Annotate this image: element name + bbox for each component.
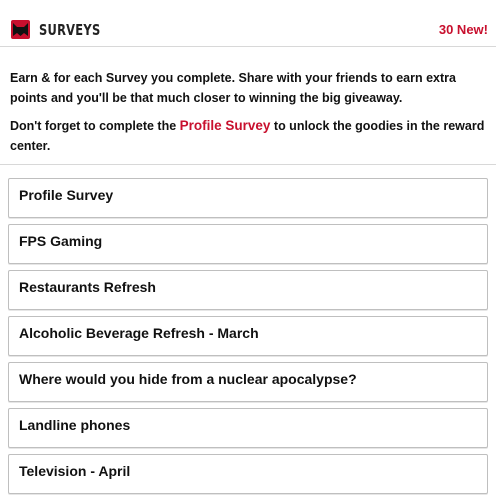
new-count-badge[interactable]: 30 New! [439, 22, 488, 37]
survey-list: Profile Survey FPS Gaming Restaurants Re… [0, 178, 496, 494]
survey-item[interactable]: Alcoholic Beverage Refresh - March [8, 316, 488, 356]
intro-divider [0, 164, 496, 165]
intro-text: Earn & for each Survey you complete. Sha… [0, 47, 496, 156]
intro-paragraph-2: Don't forget to complete the Profile Sur… [10, 116, 486, 156]
survey-item[interactable]: Profile Survey [8, 178, 488, 218]
survey-item[interactable]: Landline phones [8, 408, 488, 448]
cat-logo-icon [11, 20, 30, 39]
survey-item[interactable]: Television - April [8, 454, 488, 494]
page-title: SURVEYS [39, 21, 101, 39]
survey-item[interactable]: FPS Gaming [8, 224, 488, 264]
survey-item[interactable]: Restaurants Refresh [8, 270, 488, 310]
profile-survey-link[interactable]: Profile Survey [180, 118, 271, 133]
intro-text-before: Don't forget to complete the [10, 119, 180, 133]
header: SURVEYS 30 New! [0, 0, 496, 46]
survey-item[interactable]: Where would you hide from a nuclear apoc… [8, 362, 488, 402]
intro-paragraph-1: Earn & for each Survey you complete. Sha… [10, 71, 456, 105]
